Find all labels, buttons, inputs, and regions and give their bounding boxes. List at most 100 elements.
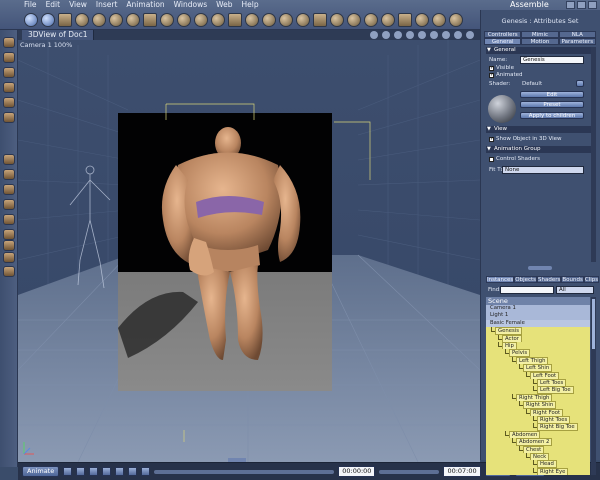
fit-tx-select[interactable]: None [502,166,584,174]
hand-tool-icon[interactable] [3,252,15,263]
next-frame-icon[interactable] [115,467,125,476]
last-frame-icon[interactable] [128,467,138,476]
timeline-slider[interactable] [154,469,335,474]
bend-tool-icon[interactable] [3,169,15,180]
maximize-viewport-icon[interactable] [454,31,462,39]
3d-viewport[interactable] [18,40,480,462]
tab-objects[interactable]: Objects [514,276,538,283]
light-bulb-icon[interactable] [347,13,361,27]
start-time-field[interactable]: 00:00:00 [338,466,376,477]
box-tool-icon[interactable] [3,229,15,240]
prop-icon[interactable] [177,13,191,27]
grid-icon[interactable] [382,31,390,39]
menu-web[interactable]: Web [216,0,232,10]
shading-icon[interactable] [394,31,402,39]
menu-file[interactable]: File [24,0,37,10]
show-object-checkbox[interactable] [489,136,494,142]
globe-icon[interactable] [449,13,463,27]
tilt-tool-icon[interactable] [3,82,15,93]
menu-insert[interactable]: Insert [96,0,118,10]
scale-tool-icon[interactable] [3,67,15,78]
close-icon[interactable] [588,1,597,9]
menu-help[interactable]: Help [242,0,259,10]
tab-clips[interactable]: Clips [583,276,600,283]
menu-view[interactable]: View [69,0,87,10]
end-time-field[interactable]: 00:07:00 [443,466,481,477]
apply-to-children-button[interactable]: Apply to children [520,112,584,119]
shader-preview-ball[interactable] [488,95,516,123]
preset-button[interactable]: Preset [520,101,584,108]
animate-button[interactable]: Animate [22,466,60,477]
maximize-icon[interactable] [577,1,586,9]
translate-tool-icon[interactable] [3,52,15,63]
camera-tool-icon[interactable] [3,240,15,251]
clothing-icon[interactable] [245,13,259,27]
orbit-tool-icon[interactable] [3,199,15,210]
scene-tree-scroll-thumb[interactable] [592,299,595,349]
pose-icon[interactable] [143,13,157,27]
render-preview-icon[interactable] [442,31,450,39]
first-frame-icon[interactable] [63,467,73,476]
sphere-icon[interactable] [109,13,123,27]
section-view[interactable]: View [486,126,596,133]
light-icon[interactable] [75,13,89,27]
previous-frame-icon[interactable] [76,467,86,476]
material-icon[interactable] [126,13,140,27]
section-general[interactable]: General [486,47,596,54]
close-viewport-icon[interactable] [466,31,474,39]
rotate-tool-icon[interactable] [3,37,15,48]
zoom-tool-icon[interactable] [3,266,15,277]
scene-tree-item[interactable]: Right Eye [486,467,590,475]
cake-icon[interactable] [330,13,344,27]
stop-icon[interactable] [89,467,99,476]
visible-checkbox[interactable] [489,65,494,71]
hat-icon[interactable] [279,13,293,27]
tab-general[interactable]: General [484,38,522,45]
head-icon[interactable] [58,13,72,27]
menu-edit[interactable]: Edit [46,0,61,10]
minimize-icon[interactable] [566,1,575,9]
tab-instances[interactable]: Instances [486,276,515,283]
man-icon[interactable] [398,13,412,27]
hair-icon[interactable] [160,13,174,27]
spray-icon[interactable] [432,13,446,27]
layout-icon[interactable] [370,31,378,39]
tab-motion[interactable]: Motion [521,38,559,45]
figure-icon[interactable] [24,13,38,27]
bowl-icon[interactable] [296,13,310,27]
room-label[interactable]: Assemble [510,0,560,10]
timeline-range[interactable] [379,469,440,474]
camera-icon[interactable] [92,13,106,27]
dog-icon[interactable] [313,13,327,27]
play-icon[interactable] [102,467,112,476]
name-field[interactable]: Genesis [520,56,584,64]
animated-checkbox[interactable] [489,72,494,78]
shader-menu-icon[interactable] [576,80,584,87]
viewport-tab[interactable]: 3DView of Doc1 [22,30,95,40]
pan-tool-icon[interactable] [3,184,15,195]
scene-icon[interactable] [228,13,242,27]
lighting-icon[interactable] [406,31,414,39]
eye-icon[interactable] [364,13,378,27]
tab-parameters[interactable]: Parameters [558,38,596,45]
panel-splitter[interactable] [484,265,596,271]
cloth-icon[interactable] [194,13,208,27]
section-animation-group[interactable]: Animation Group [486,146,596,153]
find-input[interactable] [500,286,554,294]
tab-bounds[interactable]: Bounds [561,276,584,283]
menu-windows[interactable]: Windows [174,0,207,10]
attributes-scrollbar[interactable] [591,47,596,262]
glasses-icon[interactable] [415,13,429,27]
display-icon[interactable] [418,31,426,39]
node-tool-icon[interactable] [3,112,15,123]
tab-mimic[interactable]: Mimic [521,31,559,38]
menu-animation[interactable]: Animation [126,0,164,10]
hand-icon[interactable] [41,13,55,27]
edit-button[interactable]: Edit [520,91,584,98]
dolly-tool-icon[interactable] [3,214,15,225]
camera-select-icon[interactable] [430,31,438,39]
tab-shaders[interactable]: Shaders [537,276,562,283]
shoe-icon[interactable] [262,13,276,27]
find-filter-select[interactable]: All [556,286,594,294]
tab-nla[interactable]: NLA [558,31,596,38]
